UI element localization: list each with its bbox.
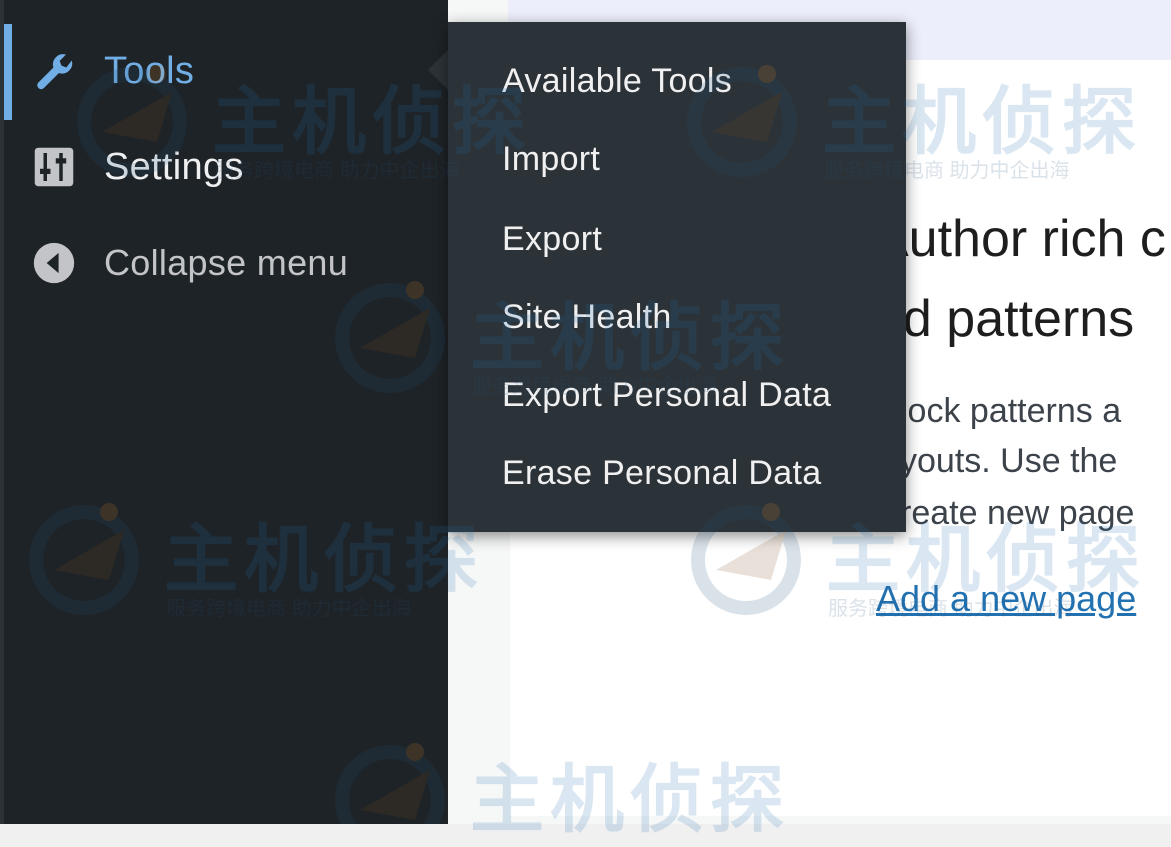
submenu-item-label: Export Personal Data	[502, 375, 832, 414]
submenu-item-label: Available Tools	[502, 61, 733, 100]
submenu-item-label: Erase Personal Data	[502, 453, 822, 492]
sidebar-item-label: Tools	[104, 49, 195, 92]
page-heading-line-1: Author rich c	[874, 210, 1166, 268]
body-text-line-3: reate new page	[900, 494, 1135, 532]
flyout-pointer	[428, 50, 448, 90]
sidebar-item-settings[interactable]: Settings	[4, 124, 448, 210]
add-new-page-link[interactable]: Add a new page	[876, 578, 1136, 620]
collapse-arrow-icon	[30, 239, 78, 287]
submenu-item-label: Import	[502, 139, 601, 178]
body-text-line-2: youts. Use the	[900, 442, 1118, 480]
wrench-icon	[30, 47, 78, 95]
sidebar-item-label: Settings	[104, 145, 244, 188]
submenu-item-export-personal-data[interactable]: Export Personal Data	[448, 360, 906, 430]
sidebar-item-label: Collapse menu	[104, 242, 349, 283]
submenu-item-export[interactable]: Export	[448, 204, 906, 274]
submenu-item-label: Site Health	[502, 297, 672, 336]
collapse-menu-button[interactable]: Collapse menu	[4, 220, 448, 306]
admin-sidebar: Tools Settings Collapse menu	[0, 0, 448, 824]
body-text-line-1: lock patterns a	[900, 392, 1122, 430]
submenu-item-import[interactable]: Import	[448, 124, 906, 194]
page-heading-line-2: nd patterns	[874, 290, 1135, 348]
submenu-item-erase-personal-data[interactable]: Erase Personal Data	[448, 438, 906, 508]
submenu-item-site-health[interactable]: Site Health	[448, 282, 906, 352]
tools-submenu: Available Tools Import Export Site Healt…	[448, 22, 906, 532]
submenu-item-label: Export	[502, 219, 603, 258]
submenu-item-available-tools[interactable]: Available Tools	[448, 46, 906, 116]
sliders-icon	[30, 143, 78, 191]
sidebar-item-tools[interactable]: Tools	[4, 28, 448, 114]
